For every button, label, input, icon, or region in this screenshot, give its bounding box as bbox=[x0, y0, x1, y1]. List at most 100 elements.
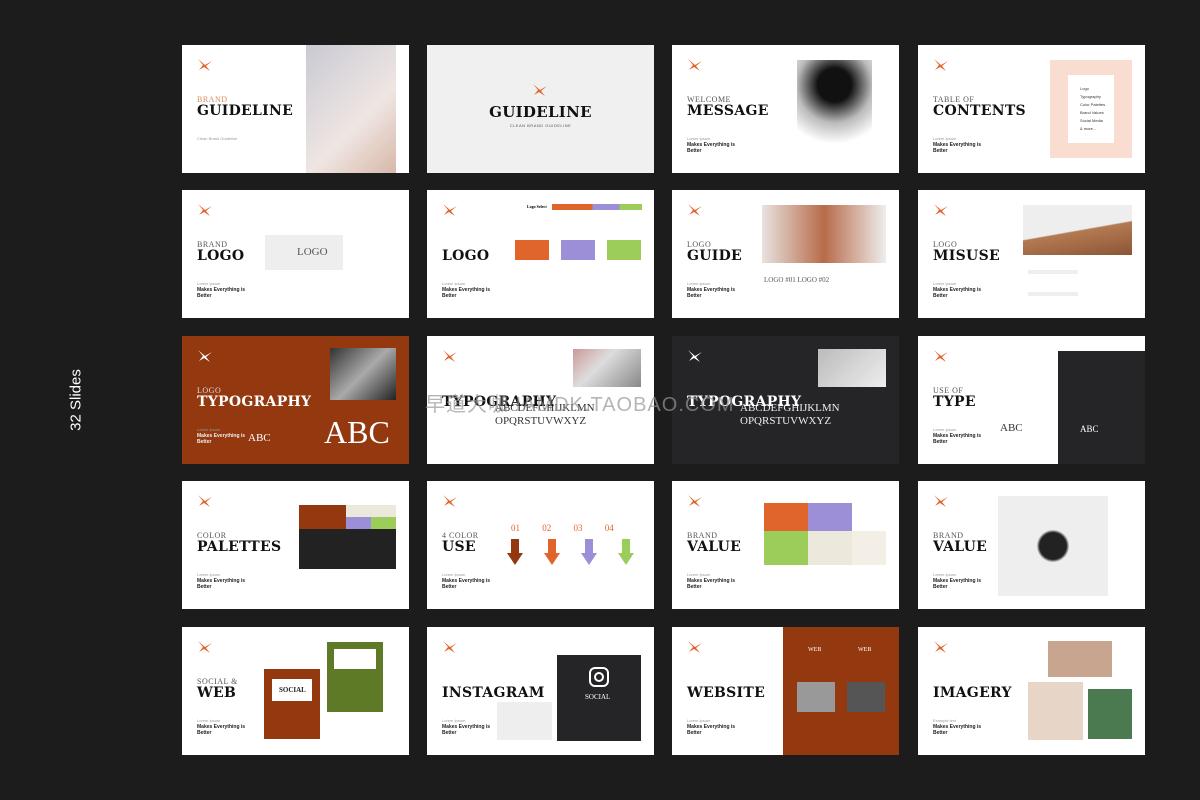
brand-logo-icon bbox=[198, 641, 212, 653]
slide-thumbnail[interactable]: BRAND VALUE Lorem Ipsum Makes Everything is… bbox=[672, 481, 899, 609]
slide-title: GUIDELINE bbox=[197, 103, 294, 119]
slide-thumbnail[interactable]: Clean Brand Guideline GUIDELINE bbox=[427, 45, 654, 173]
slide-thumbnail[interactable]: Logo Select LOGO Lorem Ipsum Makes Everythi… bbox=[427, 190, 654, 318]
arrow-down-icon bbox=[544, 539, 560, 565]
brand-logo-icon bbox=[934, 495, 948, 507]
brand-logo-icon bbox=[443, 204, 457, 216]
slide-title: USE bbox=[442, 539, 476, 555]
slide-subtitle: Makes Everything is Better bbox=[933, 287, 982, 299]
slide-title: TYPE bbox=[933, 394, 976, 410]
slide-subtitle: Makes Everything is Better bbox=[197, 724, 246, 736]
slide-subtitle: Makes Everything is Better bbox=[687, 287, 736, 299]
brand-logo-icon bbox=[934, 204, 948, 216]
color-bar bbox=[552, 204, 642, 210]
toc-item: Logo bbox=[1080, 86, 1089, 91]
logo-swatch-green bbox=[607, 240, 641, 260]
slide-thumbnail[interactable]: IMAGERY Example text Makes Everything is B… bbox=[918, 627, 1145, 755]
slide-tag: Lorem Ipsum bbox=[197, 427, 221, 432]
slide-title: PALETTES bbox=[197, 539, 282, 555]
slide-thumbnail[interactable]: Logo Typography Color Palettes Brand Values… bbox=[918, 45, 1145, 173]
slide-subtitle: Makes Everything is Better bbox=[933, 578, 982, 590]
brand-logo-icon bbox=[934, 59, 948, 71]
slide-title: INSTAGRAM bbox=[442, 685, 545, 701]
social-label: SOCIAL bbox=[585, 693, 611, 701]
logo-variants: LOGO #01 LOGO #02 bbox=[764, 276, 830, 284]
slide-thumbnail[interactable]: ABC ABC LOGO TYPOGRAPHY Lorem Ipsum Makes Eve… bbox=[182, 336, 409, 464]
slide-thumbnail[interactable]: COLOR PALETTES Lorem Ipsum Makes Everything… bbox=[182, 481, 409, 609]
abc-large: ABC bbox=[324, 414, 390, 450]
photo-plant bbox=[762, 205, 886, 263]
slide-subtitle: Makes Everything is Better bbox=[197, 433, 246, 445]
slide-tag: Lorem Ipsum bbox=[442, 718, 466, 723]
slide-thumbnail[interactable]: SOCIAL SOCIAL & WEB Lorem Ipsum Makes Everyt… bbox=[182, 627, 409, 755]
slide-thumbnail[interactable]: BRAND VALUE Lorem Ipsum Makes Everything is… bbox=[918, 481, 1145, 609]
value-green bbox=[764, 531, 808, 565]
slide-tag: Example text bbox=[933, 718, 957, 723]
slide-tag: Lorem Ipsum bbox=[442, 572, 466, 577]
slide-title: IMAGERY bbox=[933, 685, 1012, 701]
slide-title: CONTENTS bbox=[933, 103, 1026, 119]
slide-title: WEBSITE bbox=[687, 685, 766, 701]
brand-logo-icon bbox=[198, 350, 212, 362]
slide-title: GUIDE bbox=[687, 248, 743, 264]
toc-item: Color Palettes bbox=[1080, 102, 1106, 107]
slide-thumbnail[interactable]: LOGO #01 LOGO #02 LOGO GUIDE Lorem Ipsum Mak… bbox=[672, 190, 899, 318]
slide-title: VALUE bbox=[933, 539, 988, 555]
slide-thumbnail[interactable]: BRAND GUIDELINE Clean Brand Guideline bbox=[182, 45, 409, 173]
instagram-icon bbox=[589, 667, 609, 687]
arrow-down-icon bbox=[507, 539, 523, 565]
slide-tag: Lorem Ipsum bbox=[687, 281, 711, 286]
slide-subtitle: Makes Everything is Better bbox=[197, 287, 246, 299]
slide-subtitle: Makes Everything is Better bbox=[442, 287, 491, 299]
slide-tag: Lorem Ipsum bbox=[933, 427, 957, 432]
brand-logo-icon bbox=[688, 350, 702, 362]
slide-thumbnail[interactable]: WEB WEB WEBSITE Lorem Ipsum Makes Everything… bbox=[672, 627, 899, 755]
photo-collage-1 bbox=[1048, 641, 1112, 677]
slide-title: LOGO bbox=[197, 248, 245, 264]
slide-thumbnail[interactable]: SOCIAL INSTAGRAM Lorem Ipsum Makes Everythi… bbox=[427, 627, 654, 755]
brand-logo-icon bbox=[688, 641, 702, 653]
swatch-green bbox=[371, 517, 396, 529]
slide-title: LOGO bbox=[442, 248, 490, 264]
brand-logo-icon bbox=[443, 350, 457, 362]
photo-collage-3 bbox=[1088, 689, 1132, 739]
slide-kicker: Clean Brand Guideline bbox=[509, 123, 572, 128]
slide-subtitle: Makes Everything is Better bbox=[933, 724, 982, 736]
slide-subtitle: Makes Everything is Better bbox=[197, 578, 246, 590]
brand-logo-icon bbox=[198, 59, 212, 71]
logo-swatch-orange bbox=[515, 240, 549, 260]
brand-logo-icon bbox=[688, 495, 702, 507]
slide-thumbnail[interactable]: 01 02 03 04 4 COLOR USE Lorem Ipsum Makes Ev… bbox=[427, 481, 654, 609]
abc-sample: ABC bbox=[1000, 422, 1023, 434]
brand-logo-icon bbox=[443, 641, 457, 653]
slide-title: GUIDELINE bbox=[489, 103, 592, 121]
value-orange bbox=[764, 503, 808, 531]
slide-thumbnail[interactable]: LOGO MISUSE Lorem Ipsum Makes Everything is… bbox=[918, 190, 1145, 318]
slide-tag: Lorem Ipsum bbox=[933, 572, 957, 577]
slide-subtitle: Makes Everything is Better bbox=[687, 578, 736, 590]
value-cream2 bbox=[852, 531, 886, 565]
abc-sample-dark: ABC bbox=[1080, 424, 1099, 434]
slide-title: TYPOGRAPHY bbox=[197, 394, 312, 410]
brand-logo-icon bbox=[533, 84, 547, 96]
type-column-dark bbox=[1058, 351, 1145, 464]
toc-list: Logo Typography Color Palettes Brand Values… bbox=[1080, 85, 1105, 133]
brand-logo-icon bbox=[198, 204, 212, 216]
toc-item: Brand Values bbox=[1080, 110, 1104, 115]
slide-tag: Lorem Ipsum bbox=[197, 718, 221, 723]
slide-thumbnail[interactable]: LOGO BRAND LOGO Lorem Ipsum Makes Everything… bbox=[182, 190, 409, 318]
slide-subtitle: Makes Everything is Better bbox=[933, 142, 982, 154]
photo-collage-2 bbox=[1028, 682, 1083, 740]
slide-title: WEB bbox=[197, 685, 237, 701]
arrow-down-icon bbox=[581, 539, 597, 565]
slide-subtitle: Makes Everything is Better bbox=[933, 433, 982, 445]
slide-tag: Lorem Ipsum bbox=[197, 281, 221, 286]
slide-thumbnail[interactable]: ABC ABC USE OF TYPE Lorem Ipsum Makes Everyth… bbox=[918, 336, 1145, 464]
slide-thumbnail[interactable]: WELCOME MESSAGE Lorem Ipsum Makes Everythin… bbox=[672, 45, 899, 173]
slide-tag: Lorem Ipsum bbox=[687, 136, 711, 141]
slide-subtitle: Makes Everything is Better bbox=[687, 724, 736, 736]
slide-tag: Lorem Ipsum bbox=[687, 572, 711, 577]
photo-web-2 bbox=[847, 682, 885, 712]
toc-item: Social Media bbox=[1080, 118, 1103, 123]
web-label: WEB bbox=[808, 647, 822, 653]
